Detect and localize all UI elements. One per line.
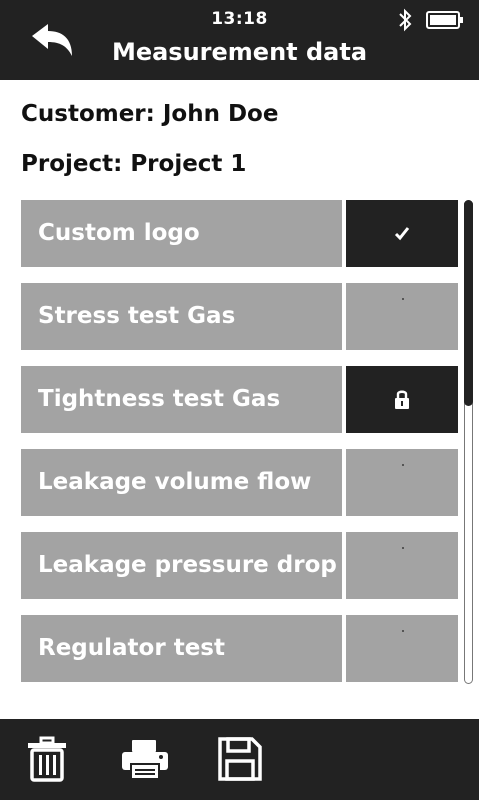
- status-dot: [402, 464, 404, 466]
- printer-icon[interactable]: [120, 736, 170, 782]
- list-item[interactable]: Leakage pressure drop: [21, 532, 458, 599]
- row-label[interactable]: Leakage volume flow: [21, 449, 342, 516]
- scrollbar-thumb[interactable]: [464, 200, 473, 406]
- status-dot: [402, 630, 404, 632]
- project-label: Project: Project 1: [21, 151, 247, 177]
- row-status-toggle[interactable]: [346, 366, 458, 433]
- list-item[interactable]: Regulator test: [21, 615, 458, 682]
- status-dot: [402, 547, 404, 549]
- list-item[interactable]: Leakage volume flow: [21, 449, 458, 516]
- battery-icon: [426, 11, 463, 29]
- row-label[interactable]: Custom logo: [21, 200, 342, 267]
- save-icon[interactable]: [217, 736, 263, 782]
- row-status-toggle[interactable]: [346, 283, 458, 350]
- list-item[interactable]: Tightness test Gas: [21, 366, 458, 433]
- row-label[interactable]: Leakage pressure drop: [21, 532, 342, 599]
- bluetooth-icon: [399, 8, 412, 32]
- row-label[interactable]: Regulator test: [21, 615, 342, 682]
- lock-icon: [395, 390, 409, 409]
- checkmark-icon: [394, 227, 410, 241]
- row-status-toggle[interactable]: [346, 615, 458, 682]
- page-title: Measurement data: [111, 38, 368, 66]
- row-status-toggle[interactable]: [346, 449, 458, 516]
- trash-icon[interactable]: [25, 736, 69, 782]
- list-item[interactable]: Stress test Gas: [21, 283, 458, 350]
- top-bar: 13:18 Measurement data: [0, 0, 479, 80]
- status-dot: [402, 298, 404, 300]
- row-status-toggle[interactable]: [346, 532, 458, 599]
- row-label[interactable]: Stress test Gas: [21, 283, 342, 350]
- list-item[interactable]: Custom logo: [21, 200, 458, 267]
- row-label[interactable]: Tightness test Gas: [21, 366, 342, 433]
- row-status-toggle[interactable]: [346, 200, 458, 267]
- customer-label: Customer: John Doe: [21, 101, 279, 127]
